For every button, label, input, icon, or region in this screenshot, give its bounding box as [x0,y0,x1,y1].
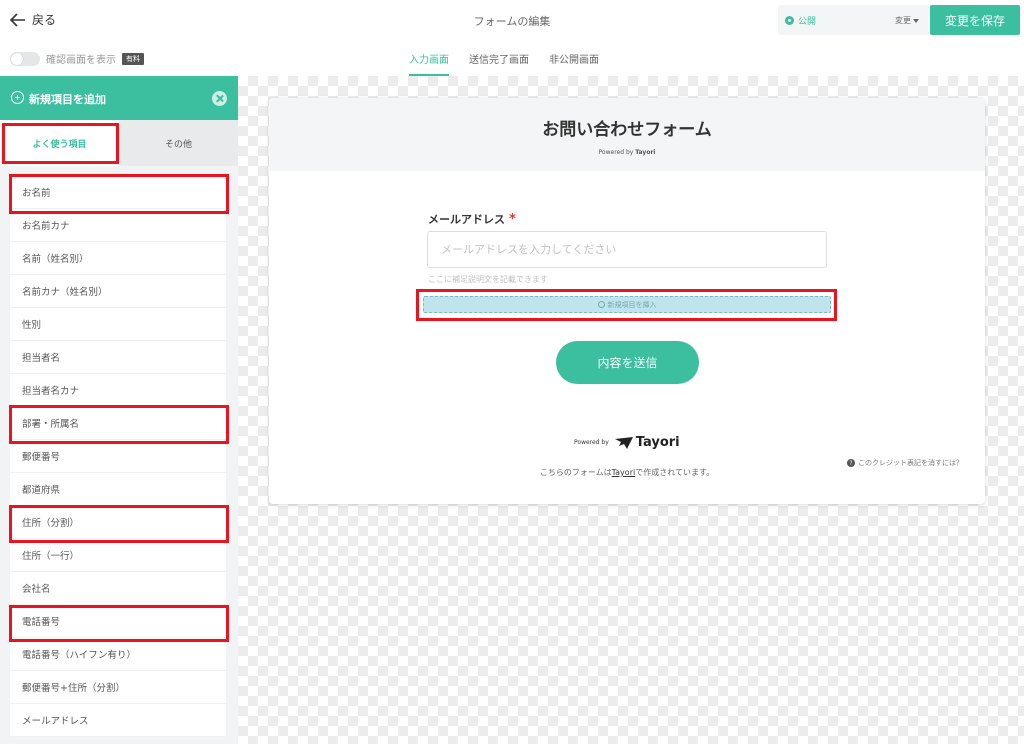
list-item[interactable]: 会社名 [10,572,226,605]
form-title: お問い合わせフォーム [542,120,712,140]
footer-powered-prefix: Powered by [574,439,609,446]
save-changes-button[interactable]: 変更を保存 [930,5,1020,35]
powered-brand: Tayori [635,149,656,156]
sidebar-header: 新規項目を追加 [0,76,238,120]
sidebar-tabs: よく使う項目 その他 [0,120,238,166]
list-item[interactable]: 住所（分割） [10,506,226,539]
paid-badge: 有料 [122,52,144,65]
credit-text: こちらのフォームはTayoriで作成されています。 [269,467,985,478]
tab-input-screen[interactable]: 入力画面 [409,51,449,77]
tayori-logo: Tayori [614,435,680,450]
powered-by-logo: Powered by Tayori [574,435,680,450]
tab-frequent-items[interactable]: よく使う項目 [0,120,119,166]
plus-circle-icon [597,301,605,308]
form-preview-card: お問い合わせフォーム Powered by Tayori メールアドレス * ここ… [269,98,985,504]
toggle-label: 確認画面を表示 [46,55,116,66]
plus-circle-icon [11,91,24,104]
screen-tabs: 入力画面 送信完了画面 非公開画面 [409,51,599,77]
list-item[interactable]: 住所（一行） [10,539,226,572]
credit-before: こちらのフォームは [539,468,612,477]
status-dot-icon [785,16,794,25]
list-item[interactable]: メールアドレス [10,704,226,737]
list-item[interactable]: 電話番号 [10,605,226,638]
tayori-bird-icon [614,436,633,449]
caret-down-icon [913,18,919,23]
list-item[interactable]: 名前カナ（姓名別） [10,275,226,308]
close-icon[interactable] [212,91,227,106]
sidebar-title: 新規項目を追加 [29,93,106,106]
powered-by-small: Powered by Tayori [269,149,985,156]
email-label-text: メールアドレス [428,213,505,226]
list-item[interactable]: 電話番号（ハイフン有り） [10,638,226,671]
list-item[interactable]: 都道府県 [10,473,226,506]
footer-brand: Tayori [635,435,680,450]
status-label: 公開 [798,17,817,27]
insert-new-item-dropzone[interactable]: 新規項目を挿入 [423,296,831,313]
submit-button[interactable]: 内容を送信 [556,341,699,384]
confirm-screen-toggle-row: 確認画面を表示 有料 [10,51,144,66]
tab-private-screen[interactable]: 非公開画面 [549,51,599,77]
remove-credit-link[interactable]: ? このクレジット表記を消すには？ [847,458,963,468]
list-item[interactable]: 性別 [10,308,226,341]
credit-link[interactable]: Tayori [612,468,636,477]
list-item[interactable]: お名前 [10,176,226,209]
list-item[interactable]: 担当者名 [10,341,226,374]
list-item[interactable]: 郵便番号+住所（分割） [10,671,226,704]
list-item[interactable]: 郵便番号 [10,440,226,473]
insert-label: 新規項目を挿入 [607,300,657,309]
credit-after: で作成されています。 [635,468,715,477]
top-bar: 戻る フォームの編集 公開 変更 変更を保存 [0,0,1024,40]
form-canvas: お問い合わせフォーム Powered by Tayori メールアドレス * ここ… [238,76,1024,744]
form-header: お問い合わせフォーム Powered by Tayori [269,98,985,171]
confirm-screen-toggle[interactable] [10,51,40,66]
tab-complete-screen[interactable]: 送信完了画面 [469,51,529,77]
remove-credit-label: このクレジット表記を消すには？ [858,459,963,467]
field-hint: ここに補足説明文を記載できます [428,275,548,284]
email-field-label[interactable]: メールアドレス * [428,211,516,227]
list-item[interactable]: 名前（姓名別） [10,242,226,275]
add-item-sidebar: 新規項目を追加 よく使う項目 その他 お名前 お名前カナ 名前（姓名別） 名前カ… [0,76,238,744]
required-mark: * [509,212,516,227]
powered-prefix: Powered by [598,149,634,156]
status-change-label: 変更 [895,16,911,25]
publish-status-selector[interactable]: 公開 変更 [778,5,930,35]
question-icon: ? [847,459,855,467]
status-change-dropdown[interactable]: 変更 [895,15,919,26]
list-item[interactable]: 部署・所属名 [10,407,226,440]
list-item[interactable]: お名前カナ [10,209,226,242]
email-input[interactable] [427,231,827,268]
list-item[interactable]: 担当者名カナ [10,374,226,407]
item-list: お名前 お名前カナ 名前（姓名別） 名前カナ（姓名別） 性別 担当者名 担当者名… [0,166,238,744]
tab-other-items[interactable]: その他 [119,120,238,166]
